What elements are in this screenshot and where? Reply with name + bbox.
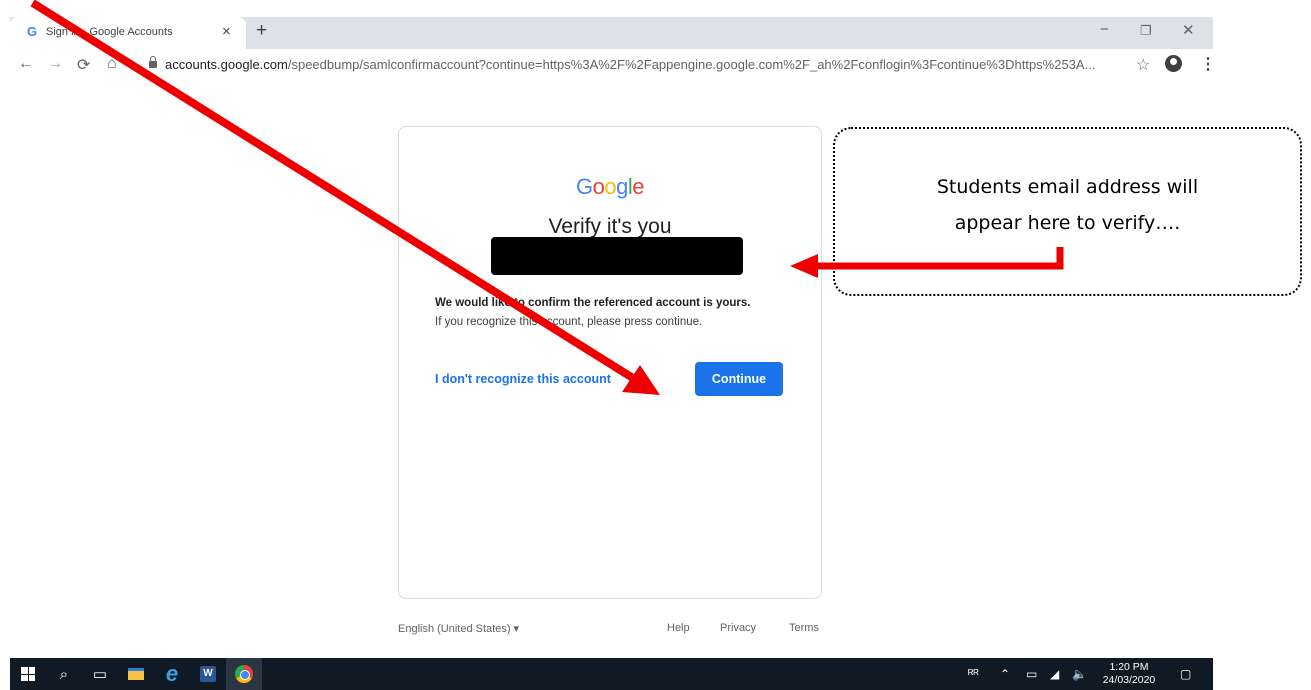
internet-explorer-icon[interactable]: e: [154, 658, 190, 690]
folder-icon: [128, 668, 144, 680]
start-button[interactable]: [10, 658, 46, 690]
notification-icon[interactable]: ▢: [1180, 658, 1191, 690]
tab-close-icon[interactable]: ×: [222, 23, 231, 40]
chrome-button[interactable]: [226, 658, 262, 690]
callout-line-1: Students email address will: [936, 176, 1199, 198]
windows-logo-icon: [21, 667, 35, 681]
browser-menu-icon[interactable]: ⋮: [1200, 54, 1216, 74]
footer-terms-link[interactable]: Terms: [789, 622, 819, 634]
system-clock[interactable]: 1:20 PM 24/03/2020: [1100, 661, 1158, 687]
minimize-button[interactable]: −: [1100, 21, 1109, 38]
recognize-message: If you recognize this account, please pr…: [435, 316, 703, 328]
footer-privacy-link[interactable]: Privacy: [720, 622, 756, 634]
back-icon[interactable]: ←: [18, 55, 34, 73]
confirm-message: We would like to confirm the referenced …: [435, 297, 751, 309]
file-explorer-button[interactable]: [118, 658, 154, 690]
word-button[interactable]: W: [190, 658, 226, 690]
volume-icon[interactable]: 🔈: [1072, 658, 1087, 690]
bookmark-star-icon[interactable]: ☆: [1136, 55, 1150, 75]
battery-icon[interactable]: ▭: [1026, 658, 1037, 690]
people-icon[interactable]: ᴿᴿ: [968, 658, 979, 690]
verify-card: Google Verify it's you We would like to …: [398, 126, 822, 599]
lock-icon[interactable]: [149, 56, 157, 68]
restore-button[interactable]: ❐: [1140, 23, 1152, 39]
wifi-icon[interactable]: ◢: [1050, 658, 1059, 690]
task-view-icon[interactable]: ▭: [82, 658, 118, 690]
browser-toolbar: ← → ⟳ ⌂ accounts.google.com/speedbump/sa…: [10, 49, 1216, 83]
clock-time: 1:20 PM: [1109, 661, 1149, 673]
chrome-icon: [235, 665, 253, 683]
google-favicon-icon: G: [27, 24, 38, 39]
windows-taskbar: ⌕ ▭ e W ᴿᴿ ⌃ ▭ ◢ 🔈 1:20 PM 24/03/2020 ▢: [10, 658, 1213, 690]
home-icon[interactable]: ⌂: [107, 55, 117, 73]
address-bar[interactable]: accounts.google.com/speedbump/samlconfir…: [165, 57, 1125, 72]
search-icon[interactable]: ⌕: [46, 658, 82, 690]
chevron-up-icon[interactable]: ⌃: [1000, 658, 1010, 690]
dont-recognize-link[interactable]: I don't recognize this account: [435, 372, 611, 386]
tab-sign-in[interactable]: G Sign in - Google Accounts ×: [10, 17, 246, 49]
reload-icon[interactable]: ⟳: [77, 55, 90, 75]
annotation-callout: Students email address will appear here …: [833, 127, 1302, 296]
footer-help-link[interactable]: Help: [667, 622, 690, 634]
clock-date: 24/03/2020: [1102, 674, 1156, 686]
callout-line-2: appear here to verify….: [954, 212, 1181, 234]
word-icon: W: [200, 666, 216, 682]
redacted-email-box: [491, 237, 743, 275]
tab-strip: G Sign in - Google Accounts × + − ❐ ✕: [10, 17, 1213, 49]
page-title: Verify it's you: [548, 215, 672, 238]
profile-avatar-icon[interactable]: [1165, 55, 1182, 72]
new-tab-button[interactable]: +: [256, 20, 267, 42]
close-window-button[interactable]: ✕: [1182, 21, 1195, 39]
tab-title: Sign in - Google Accounts: [46, 26, 173, 38]
google-logo: Google: [575, 174, 645, 199]
language-selector[interactable]: English (United States) ▾: [398, 622, 519, 635]
callout-text: Students email address will appear here …: [835, 169, 1300, 241]
continue-button[interactable]: Continue: [695, 362, 783, 396]
url-domain: accounts.google.com: [165, 57, 288, 72]
url-path: /speedbump/samlconfirmaccount?continue=h…: [287, 57, 1096, 72]
forward-icon[interactable]: →: [47, 55, 63, 73]
